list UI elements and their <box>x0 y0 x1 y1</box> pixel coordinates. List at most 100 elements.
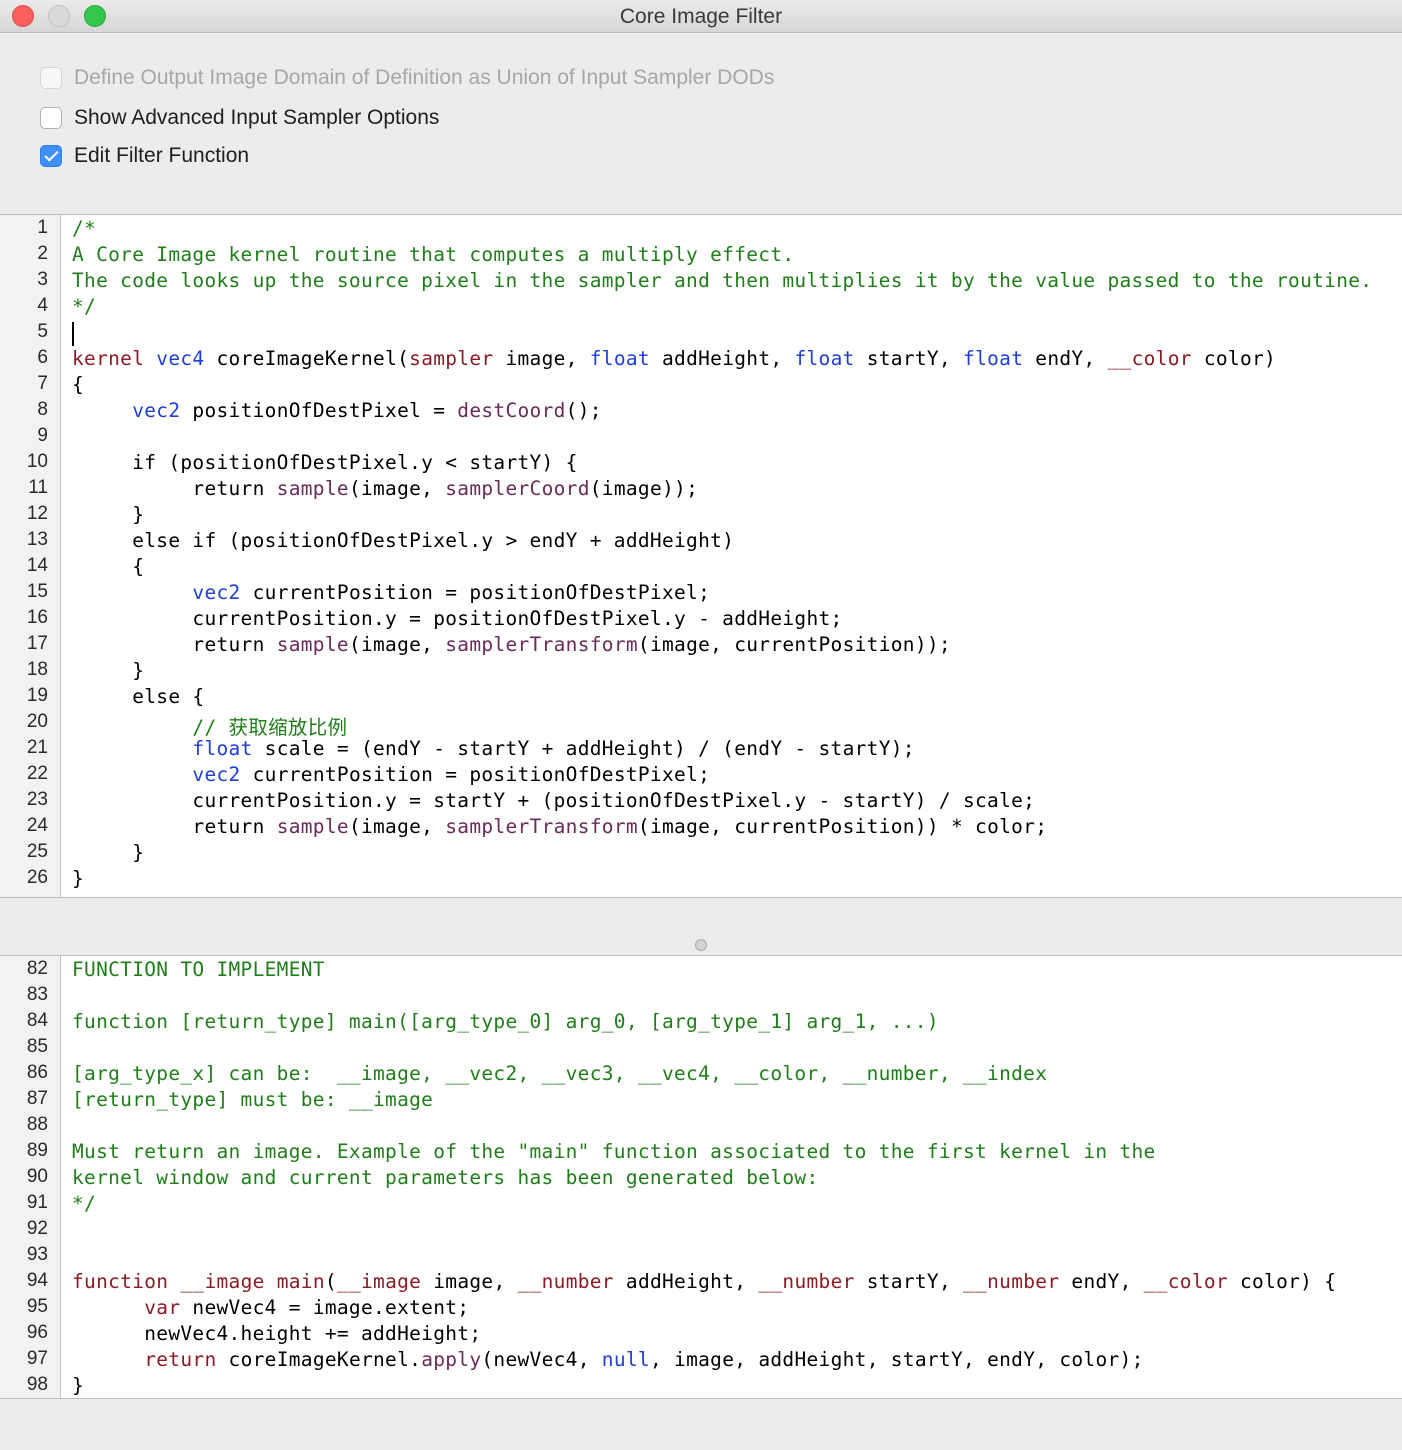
code-token-type: float <box>794 347 855 370</box>
code-line[interactable]: 13 else if (positionOfDestPixel.y > endY… <box>0 528 1402 554</box>
code-token-comment: FUNCTION TO IMPLEMENT <box>72 958 325 981</box>
code-token-plain: (); <box>565 399 602 422</box>
line-number: 12 <box>26 503 48 524</box>
code-text: A Core Image kernel routine that compute… <box>72 243 794 266</box>
code-line[interactable]: 85 <box>0 1035 1402 1061</box>
code-token-kw: __color <box>1143 1270 1228 1293</box>
text-cursor <box>72 322 74 346</box>
show-advanced-sampler-checkbox[interactable] <box>40 107 62 129</box>
code-token-comment: The code looks up the source pixel in th… <box>72 269 1373 292</box>
code-line[interactable]: 98} <box>0 1373 1402 1399</box>
code-text: } <box>72 867 84 890</box>
line-number: 10 <box>26 451 48 472</box>
code-line[interactable]: 96 newVec4.height += addHeight; <box>0 1321 1402 1347</box>
code-line[interactable]: 91 */ <box>0 1191 1402 1217</box>
code-token-plain: addHeight, <box>613 1270 759 1293</box>
code-token-plain: positionOfDestPixel = <box>180 399 458 422</box>
line-number: 86 <box>26 1062 48 1083</box>
code-line[interactable]: 95 var newVec4 = image.extent; <box>0 1295 1402 1321</box>
line-number: 26 <box>26 867 48 888</box>
line-number: 15 <box>26 581 48 602</box>
code-line[interactable]: 21 float scale = (endY - startY + addHei… <box>0 736 1402 762</box>
code-text: if (positionOfDestPixel.y < startY) { <box>72 451 578 474</box>
code-line[interactable]: 9 <box>0 424 1402 450</box>
code-line[interactable]: 8 vec2 positionOfDestPixel = destCoord()… <box>0 398 1402 424</box>
code-token-plain: else if (positionOfDestPixel.y > endY + … <box>72 529 735 552</box>
code-token-fn: destCoord <box>457 399 566 422</box>
code-line[interactable]: 2 A Core Image kernel routine that comput… <box>0 242 1402 268</box>
code-line[interactable]: 93 <box>0 1243 1402 1269</box>
code-text: } <box>72 841 144 864</box>
line-number: 95 <box>26 1296 48 1317</box>
code-line[interactable]: 22 vec2 currentPosition = positionOfDest… <box>0 762 1402 788</box>
code-line[interactable]: 3 The code looks up the source pixel in t… <box>0 268 1402 294</box>
code-line[interactable]: 6 kernel vec4 coreImageKernel(sampler ima… <box>0 346 1402 372</box>
code-line[interactable]: 23 currentPosition.y = startY + (positio… <box>0 788 1402 814</box>
code-line[interactable]: 94 function __image main(__image image, _… <box>0 1269 1402 1295</box>
code-line[interactable]: 82 FUNCTION TO IMPLEMENT <box>0 957 1402 983</box>
edit-filter-function-label[interactable]: Edit Filter Function <box>74 144 249 168</box>
code-token-plain: } <box>72 1374 85 1397</box>
code-line[interactable]: 4 */ <box>0 294 1402 320</box>
code-line[interactable]: 5 <box>0 320 1402 346</box>
code-line[interactable]: 25 } <box>0 840 1402 866</box>
code-text: kernel vec4 coreImageKernel(sampler imag… <box>72 347 1276 370</box>
code-token-plain: endY, <box>1059 1270 1144 1293</box>
code-token-plain: (image, <box>348 633 446 656</box>
code-token-plain: } <box>72 659 145 682</box>
code-line[interactable]: 12 } <box>0 502 1402 528</box>
split-view-divider-handle[interactable] <box>695 939 707 951</box>
code-token-kw: __color <box>1107 347 1192 370</box>
line-number: 94 <box>26 1270 48 1291</box>
code-line[interactable]: 1 /* <box>0 216 1402 242</box>
function-code-editor[interactable]: 82 FUNCTION TO IMPLEMENT 83 84 function [ret… <box>0 955 1402 1399</box>
code-token-comment: */ <box>72 1192 97 1215</box>
code-line[interactable]: 18 } <box>0 658 1402 684</box>
code-token-kw: __number <box>758 1270 855 1293</box>
line-number: 87 <box>26 1088 48 1109</box>
code-text: */ <box>72 1192 96 1215</box>
code-line[interactable]: 17 return sample(image, samplerTransform… <box>0 632 1402 658</box>
code-line[interactable]: 88 <box>0 1113 1402 1139</box>
line-number: 9 <box>37 425 48 446</box>
code-line[interactable]: 19 else { <box>0 684 1402 710</box>
code-line[interactable]: 14 { <box>0 554 1402 580</box>
code-line[interactable]: 89 Must return an image. Example of the "… <box>0 1139 1402 1165</box>
code-token-plain: if (positionOfDestPixel.y < startY) { <box>72 451 578 474</box>
code-line[interactable]: 83 <box>0 983 1402 1009</box>
edit-filter-function-checkbox[interactable] <box>40 145 62 167</box>
kernel-code-editor[interactable]: 1 /* 2 A Core Image kernel routine that com… <box>0 214 1402 898</box>
code-line[interactable]: 7{ <box>0 372 1402 398</box>
option-edit-filter-function[interactable]: Edit Filter Function <box>40 142 249 170</box>
code-line[interactable]: 90 kernel window and current parameters h… <box>0 1165 1402 1191</box>
code-line[interactable]: 16 currentPosition.y = positionOfDestPix… <box>0 606 1402 632</box>
code-token-plain: return <box>72 815 277 838</box>
code-line[interactable]: 11 return sample(image, samplerCoord(ima… <box>0 476 1402 502</box>
line-number: 82 <box>26 958 48 979</box>
code-line[interactable]: 26} <box>0 866 1402 892</box>
code-text: kernel window and current parameters has… <box>72 1166 818 1189</box>
code-text: return sample(image, samplerTransform(im… <box>72 633 951 656</box>
code-text: FUNCTION TO IMPLEMENT <box>72 958 325 981</box>
code-line[interactable]: 84 function [return_type] main([arg_type_… <box>0 1009 1402 1035</box>
code-token-kw: __number <box>963 1270 1060 1293</box>
code-line[interactable]: 87 [return_type] must be: __image <box>0 1087 1402 1113</box>
code-line[interactable]: 92 <box>0 1217 1402 1243</box>
code-line[interactable]: 15 vec2 currentPosition = positionOfDest… <box>0 580 1402 606</box>
code-line[interactable]: 10 if (positionOfDestPixel.y < startY) { <box>0 450 1402 476</box>
code-token-type: vec2 <box>132 399 181 422</box>
line-number: 92 <box>26 1218 48 1239</box>
option-show-advanced-sampler[interactable]: Show Advanced Input Sampler Options <box>40 104 439 132</box>
show-advanced-sampler-label[interactable]: Show Advanced Input Sampler Options <box>74 106 439 130</box>
line-number: 89 <box>26 1140 48 1161</box>
code-token-plain: } <box>72 841 145 864</box>
code-text: } <box>72 1374 84 1397</box>
code-line[interactable]: 24 return sample(image, samplerTransform… <box>0 814 1402 840</box>
code-line[interactable]: 97 return coreImageKernel.apply(newVec4,… <box>0 1347 1402 1373</box>
code-line[interactable]: 20 // 获取缩放比例 <box>0 710 1402 739</box>
code-line[interactable]: 86 [arg_type_x] can be: __image, __vec2, … <box>0 1061 1402 1087</box>
option-define-output-dod: Define Output Image Domain of Definition… <box>40 64 774 92</box>
